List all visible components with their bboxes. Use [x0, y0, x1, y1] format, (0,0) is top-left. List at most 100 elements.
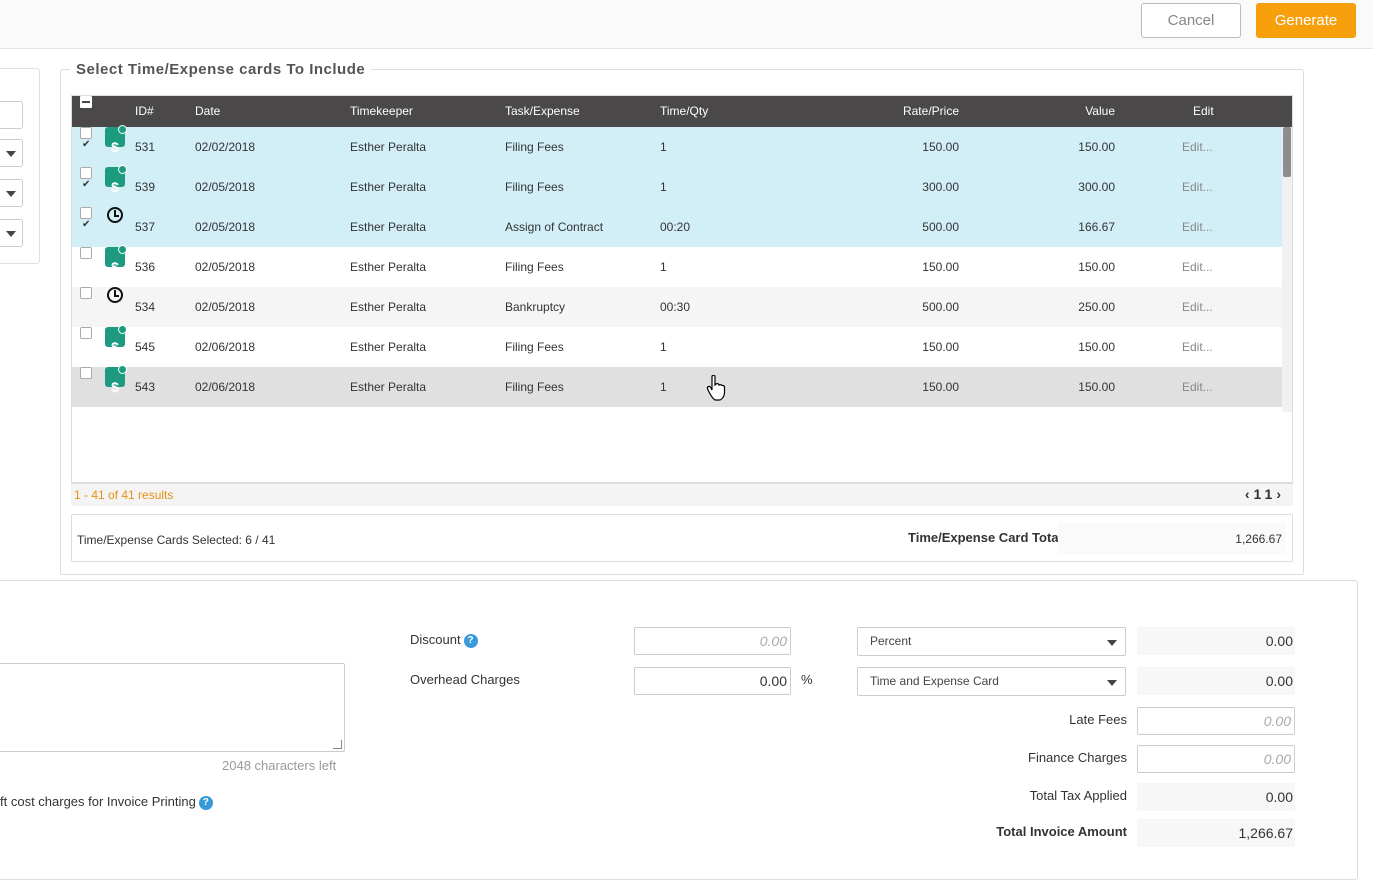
cell-date: 02/05/2018	[195, 220, 256, 234]
cell-timekeeper: Esther Peralta	[350, 340, 427, 354]
chars-left: 2048 characters left	[222, 758, 337, 773]
next-page-icon[interactable]: ›	[1276, 486, 1285, 502]
table-row[interactable]: $545 02/06/2018 Esther Peralta Filing Fees 1…	[72, 325, 1282, 367]
overhead-input[interactable]: 0.00	[634, 667, 791, 695]
cell-value: 150.00	[1078, 340, 1115, 354]
grid-scrollbar[interactable]	[1282, 127, 1292, 412]
cell-rate: 150.00	[922, 340, 959, 354]
overhead-type-select[interactable]: Time and Expense Card	[857, 667, 1126, 696]
row-checkbox[interactable]	[80, 247, 92, 259]
chevron-down-icon	[6, 191, 16, 197]
edit-link[interactable]: Edit...	[1182, 327, 1213, 367]
printing-option-label: ft cost charges for Invoice Printing	[0, 794, 196, 809]
finance-charges-input[interactable]: 0.00	[1137, 745, 1295, 773]
overhead-amount: 0.00	[1137, 667, 1295, 695]
cell-qty: 1	[660, 260, 667, 274]
notes-textarea[interactable]	[0, 663, 345, 752]
left-select-3[interactable]	[0, 219, 23, 247]
cell-value: 150.00	[1078, 260, 1115, 274]
col-date[interactable]: Date	[195, 96, 220, 127]
table-row[interactable]: $543 02/06/2018 Esther Peralta Filing Fees 1…	[72, 365, 1282, 407]
col-rate[interactable]: Rate/Price	[859, 96, 959, 127]
row-checkbox[interactable]	[80, 287, 92, 299]
cell-timekeeper: Esther Peralta	[350, 380, 427, 394]
chevron-down-icon	[6, 231, 16, 237]
printing-option: ft cost charges for Invoice Printing?	[0, 794, 213, 810]
edit-link[interactable]: Edit...	[1182, 167, 1213, 207]
cell-rate: 500.00	[922, 300, 959, 314]
edit-link[interactable]: Edit...	[1182, 367, 1213, 407]
expense-icon: $	[105, 325, 127, 355]
cell-value: 166.67	[1078, 220, 1115, 234]
page-total: 1	[1264, 486, 1277, 502]
cell-id: 539	[135, 180, 156, 194]
cell-rate: 300.00	[922, 180, 959, 194]
table-row[interactable]: $536 02/05/2018 Esther Peralta Filing Fees 1…	[72, 245, 1282, 287]
chevron-down-icon	[6, 151, 16, 157]
cell-date: 02/06/2018	[195, 340, 256, 354]
row-checkbox[interactable]	[80, 125, 92, 165]
cell-qty: 00:20	[660, 220, 691, 234]
left-select-2[interactable]	[0, 179, 23, 207]
row-checkbox[interactable]	[80, 367, 92, 379]
edit-link[interactable]: Edit...	[1182, 287, 1213, 327]
table-row[interactable]: 534 02/05/2018 Esther Peralta Bankruptcy 00:…	[72, 287, 1282, 327]
cell-date: 02/05/2018	[195, 180, 256, 194]
scrollbar-thumb[interactable]	[1283, 127, 1291, 177]
left-select-1[interactable]	[0, 139, 23, 167]
discount-type-value: Percent	[870, 634, 912, 648]
total-invoice-label: Total Invoice Amount	[996, 824, 1127, 839]
tax-value: 0.00	[1137, 783, 1295, 811]
cell-id: 543	[135, 380, 156, 394]
col-value[interactable]: Value	[1015, 96, 1115, 127]
discount-label: Discount?	[410, 632, 478, 648]
grid-header: ID# Date Timekeeper Task/Expense Time/Qt…	[72, 96, 1292, 127]
cell-rate: 500.00	[922, 220, 959, 234]
table-row[interactable]: $531 02/02/2018 Esther Peralta Filing Fees 1…	[72, 125, 1282, 167]
cell-task: Filing Fees	[505, 140, 564, 154]
results-count: 1 - 41 of 41 results	[74, 488, 174, 502]
cell-date: 02/06/2018	[195, 380, 256, 394]
discount-input[interactable]: 0.00	[634, 627, 791, 655]
cell-task: Assign of Contract	[505, 220, 604, 234]
cancel-button[interactable]: Cancel	[1141, 3, 1241, 38]
cell-qty: 1	[660, 180, 667, 194]
cell-task: Filing Fees	[505, 260, 564, 274]
total-invoice-value: 1,266.67	[1137, 819, 1295, 847]
help-icon[interactable]: ?	[198, 796, 213, 810]
cell-value: 150.00	[1078, 380, 1115, 394]
col-task[interactable]: Task/Expense	[505, 96, 580, 127]
edit-link[interactable]: Edit...	[1182, 207, 1213, 247]
cell-id: 534	[135, 300, 156, 314]
left-input[interactable]	[0, 101, 23, 129]
help-icon[interactable]: ?	[463, 634, 478, 648]
late-fees-input[interactable]: 0.00	[1137, 707, 1295, 735]
page-current[interactable]: 1	[1254, 486, 1265, 502]
col-timekeeper[interactable]: Timekeeper	[350, 96, 413, 127]
edit-link[interactable]: Edit...	[1182, 127, 1213, 167]
row-checkbox[interactable]	[80, 165, 92, 205]
edit-link[interactable]: Edit...	[1182, 247, 1213, 287]
table-row[interactable]: 537 02/05/2018 Esther Peralta Assign of Con…	[72, 205, 1282, 247]
col-id[interactable]: ID#	[135, 96, 154, 127]
cell-id: 545	[135, 340, 156, 354]
cell-qty: 1	[660, 380, 667, 394]
row-checkbox[interactable]	[80, 205, 92, 245]
table-row[interactable]: $539 02/05/2018 Esther Peralta Filing Fees 1…	[72, 165, 1282, 207]
prev-page-icon[interactable]: ‹	[1245, 486, 1254, 502]
discount-label-text: Discount	[410, 632, 461, 647]
generate-button[interactable]: Generate	[1256, 3, 1356, 38]
selection-summary: Time/Expense Cards Selected: 6 / 41 Time…	[71, 514, 1293, 562]
col-qty[interactable]: Time/Qty	[660, 96, 708, 127]
overhead-label: Overhead Charges	[410, 672, 520, 687]
cell-task: Filing Fees	[505, 380, 564, 394]
cell-task: Filing Fees	[505, 340, 564, 354]
chevron-down-icon	[1107, 640, 1117, 646]
row-checkbox[interactable]	[80, 327, 92, 339]
cards-grid: ID# Date Timekeeper Task/Expense Time/Qt…	[71, 95, 1293, 505]
cell-value: 150.00	[1078, 140, 1115, 154]
cell-id: 537	[135, 220, 156, 234]
select-all-checkbox[interactable]	[80, 96, 92, 108]
discount-type-select[interactable]: Percent	[857, 627, 1126, 656]
chevron-down-icon	[1107, 680, 1117, 686]
